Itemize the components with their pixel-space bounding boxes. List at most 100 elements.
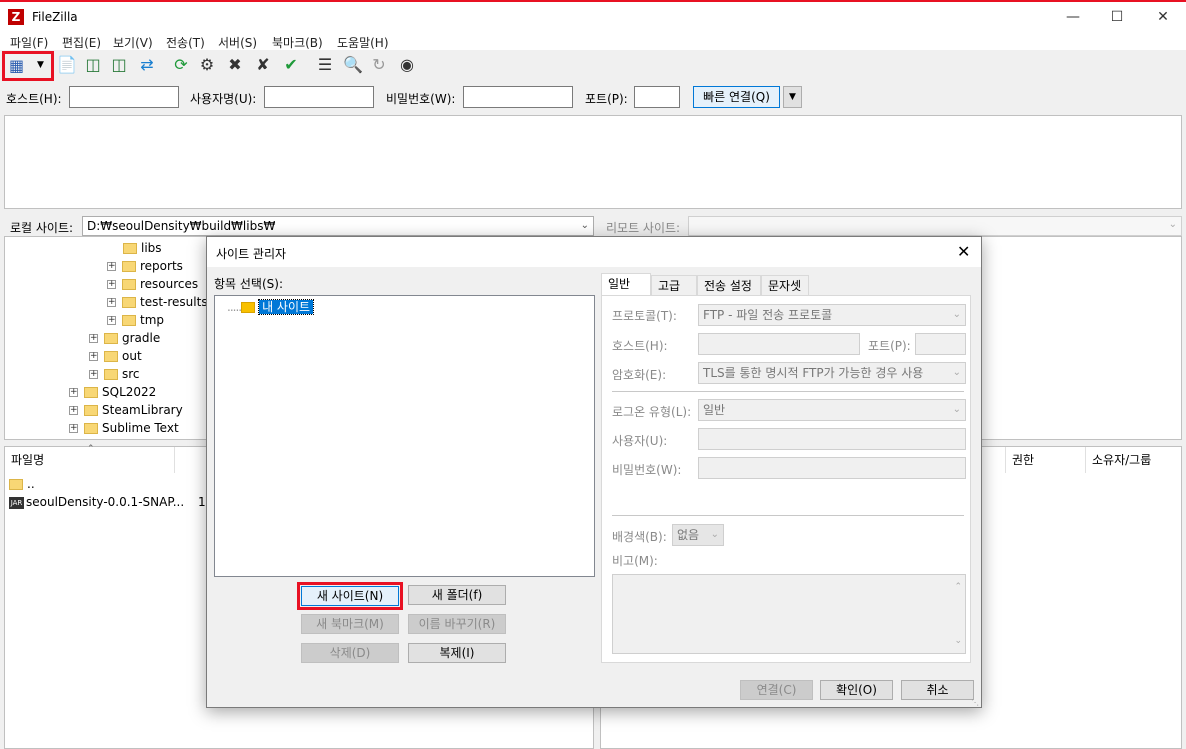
comment-textarea[interactable]: ⌃ ⌄ <box>612 574 966 654</box>
local-path-value: D:₩seoulDensity₩build₩libs₩ <box>87 219 276 233</box>
new-folder-button[interactable]: 새 폴더(f) <box>408 585 506 605</box>
expand-icon[interactable]: + <box>69 406 78 415</box>
disconnect-icon[interactable]: ✘ <box>252 54 274 76</box>
tree-item[interactable]: + out <box>89 347 142 365</box>
refresh-icon[interactable]: ⟳ <box>170 54 192 76</box>
local-path-input[interactable]: D:₩seoulDensity₩build₩libs₩ ⌄ <box>82 216 594 236</box>
encryption-label: 암호화(E): <box>612 368 667 382</box>
menu-edit[interactable]: 편집(E) <box>62 34 101 51</box>
tree-item-my-sites[interactable]: ..... 내 사이트 <box>227 298 315 316</box>
quickconnect-dropdown-icon[interactable]: ▼ <box>783 86 802 108</box>
expand-icon[interactable]: + <box>69 424 78 433</box>
tree-item[interactable]: + resources <box>107 275 198 293</box>
menu-server[interactable]: 서버(S) <box>218 34 257 51</box>
menu-help[interactable]: 도움말(H) <box>337 34 389 51</box>
encryption-select[interactable]: TLS를 통한 명시적 FTP가 가능한 경우 사용 ⌄ <box>698 362 966 384</box>
column-header-owner[interactable]: 소유자/그룹 <box>1085 447 1181 473</box>
expand-icon[interactable]: + <box>107 280 116 289</box>
host-label: 호스트(H): <box>6 92 62 106</box>
title-bar: Z FileZilla — ☐ ✕ <box>0 0 1186 32</box>
cancel-icon[interactable]: ✖ <box>224 54 246 76</box>
tree-item[interactable]: + reports <box>107 257 183 275</box>
host-input[interactable] <box>69 86 179 108</box>
host-input[interactable] <box>698 333 860 355</box>
tree-item[interactable]: + gradle <box>89 329 160 347</box>
maximize-icon[interactable]: ☐ <box>1094 2 1140 32</box>
background-color-select[interactable]: 없음 ⌄ <box>672 524 724 546</box>
resize-grip-icon[interactable]: ⋱ <box>971 698 979 707</box>
expand-icon[interactable]: + <box>89 334 98 343</box>
chevron-down-icon: ⌄ <box>952 309 961 320</box>
user-input[interactable] <box>698 428 966 450</box>
tab-general[interactable]: 일반 <box>601 273 651 295</box>
remote-tree-icon[interactable]: ◫ <box>108 54 130 76</box>
find-files-icon[interactable]: ◉ <box>396 54 418 76</box>
tree-item[interactable]: + Sublime Text <box>69 419 179 437</box>
message-log[interactable] <box>4 115 1182 209</box>
cancel-button[interactable]: 취소 <box>901 680 974 700</box>
divider <box>612 515 964 516</box>
tab-charset[interactable]: 문자셋 <box>761 275 809 295</box>
folder-icon <box>122 261 136 272</box>
scroll-down-icon[interactable]: ⌄ <box>954 631 962 651</box>
quickconnect-button[interactable]: 빠른 연결(Q) <box>693 86 780 108</box>
column-header-permission[interactable]: 권한 <box>1005 447 1085 473</box>
dropdown-arrow-icon[interactable]: ▼ <box>37 60 44 70</box>
password-input[interactable] <box>463 86 573 108</box>
search-icon[interactable]: 🔍 <box>342 54 364 76</box>
list-item[interactable]: .. <box>9 475 35 493</box>
username-input[interactable] <box>264 86 374 108</box>
local-tree-icon[interactable]: ◫ <box>82 54 104 76</box>
ok-button[interactable]: 확인(O) <box>820 680 893 700</box>
expand-icon[interactable]: + <box>89 370 98 379</box>
menu-transfer[interactable]: 전송(T) <box>166 34 205 51</box>
close-icon[interactable]: ✕ <box>957 242 970 261</box>
expand-icon[interactable]: + <box>107 316 116 325</box>
chevron-down-icon: ⌄ <box>710 529 719 540</box>
logon-type-select[interactable]: 일반 ⌄ <box>698 399 966 421</box>
tree-item[interactable]: + SteamLibrary <box>69 401 183 419</box>
message-log-icon[interactable]: 📄 <box>56 54 78 76</box>
duplicate-button[interactable]: 복제(I) <box>408 643 506 663</box>
tree-item[interactable]: + src <box>89 365 140 383</box>
port-input[interactable] <box>915 333 966 355</box>
menu-bookmarks[interactable]: 북마크(B) <box>272 34 323 51</box>
menu-view[interactable]: 보기(V) <box>113 34 153 51</box>
process-queue-icon[interactable]: ⚙ <box>196 54 218 76</box>
new-bookmark-button[interactable]: 새 북마크(M) <box>301 614 399 634</box>
reconnect-icon[interactable]: ✔ <box>280 54 302 76</box>
connect-button[interactable]: 연결(C) <box>740 680 813 700</box>
comment-label: 비고(M): <box>612 554 658 568</box>
port-input[interactable] <box>634 86 680 108</box>
tab-transfer-settings[interactable]: 전송 설정 <box>697 275 761 295</box>
folder-icon <box>84 423 98 434</box>
transfer-queue-icon[interactable]: ⇄ <box>136 54 158 76</box>
close-icon[interactable]: ✕ <box>1140 2 1186 32</box>
password-input[interactable] <box>698 457 966 479</box>
tree-item[interactable]: libs <box>123 239 162 257</box>
user-label: 사용자(U): <box>612 434 668 448</box>
expand-icon[interactable]: + <box>89 352 98 361</box>
remote-path-input[interactable]: ⌄ <box>688 216 1182 236</box>
toolbar: ▦ ▼ 📄 ◫ ◫ ⇄ ⟳ ⚙ ✖ ✘ ✔ ☰ 🔍 ↻ ◉ <box>0 50 1186 82</box>
menu-file[interactable]: 파일(F) <box>10 34 48 51</box>
expand-icon[interactable]: + <box>107 262 116 271</box>
tree-item[interactable]: + tmp <box>107 311 164 329</box>
minimize-icon[interactable]: — <box>1050 2 1096 32</box>
chevron-down-icon[interactable]: ⌄ <box>581 217 589 235</box>
expand-icon[interactable]: + <box>107 298 116 307</box>
tree-item[interactable]: + test-results <box>107 293 208 311</box>
delete-button[interactable]: 삭제(D) <box>301 643 399 663</box>
protocol-select[interactable]: FTP - 파일 전송 프로토콜 ⌄ <box>698 304 966 326</box>
directory-listing-filter-icon[interactable]: ☰ <box>314 54 336 76</box>
tab-advanced[interactable]: 고급 <box>651 275 697 295</box>
tree-item[interactable]: + SQL2022 <box>69 383 156 401</box>
rename-button[interactable]: 이름 바꾸기(R) <box>408 614 506 634</box>
list-item[interactable]: JARseoulDensity-0.0.1-SNAP... 197, <box>9 493 225 511</box>
sync-browsing-icon[interactable]: ↻ <box>368 54 390 76</box>
site-manager-button[interactable]: ▦ ▼ <box>2 51 54 81</box>
new-site-button[interactable]: 새 사이트(N) <box>297 582 403 610</box>
menu-bar: 파일(F) 편집(E) 보기(V) 전송(T) 서버(S) 북마크(B) 도움말… <box>0 32 1186 50</box>
expand-icon[interactable]: + <box>69 388 78 397</box>
scroll-up-icon[interactable]: ⌃ <box>954 577 962 597</box>
